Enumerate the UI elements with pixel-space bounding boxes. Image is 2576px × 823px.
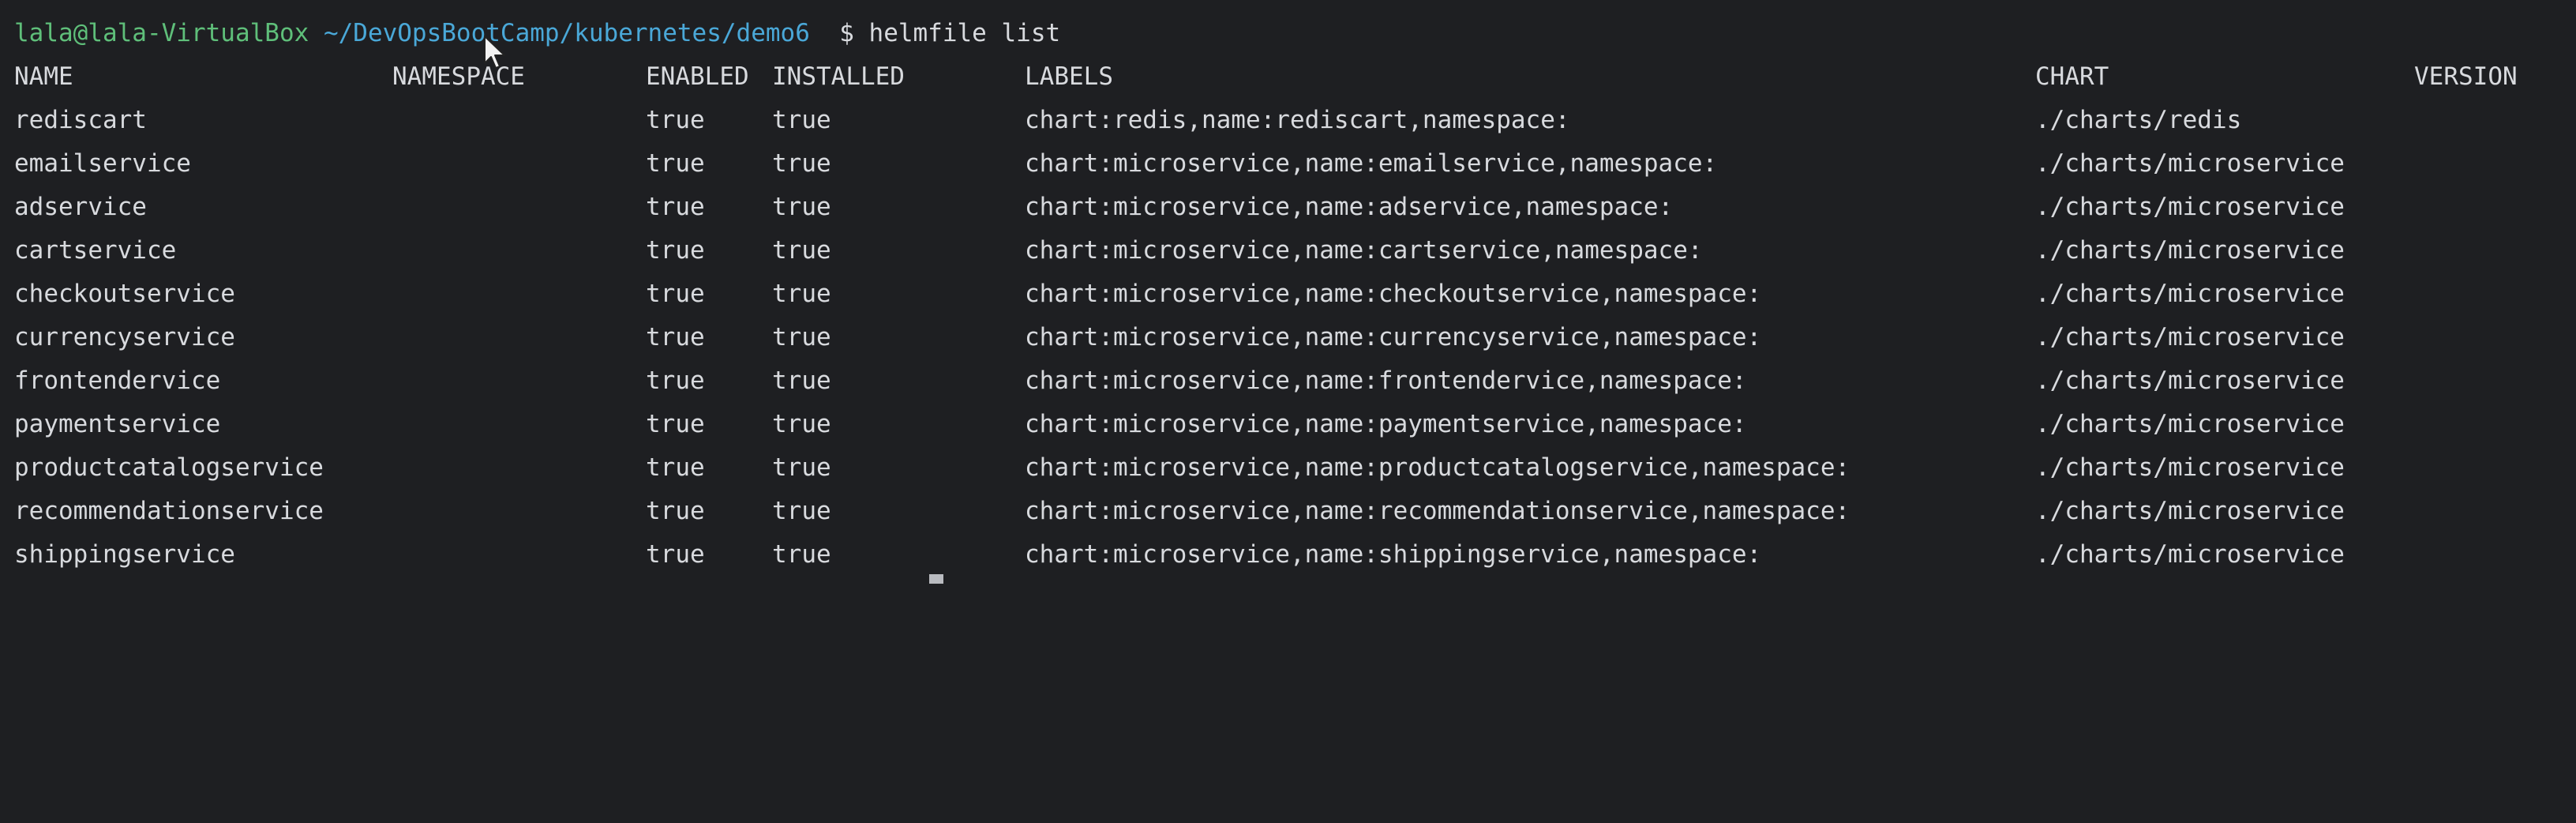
release-enabled: true — [646, 106, 705, 134]
release-name: checkoutservice — [14, 280, 235, 308]
header-installed: INSTALLED — [772, 62, 905, 91]
release-labels: chart:microservice,name:adservice,namesp… — [1025, 193, 1674, 221]
release-labels: chart:microservice,name:frontendervice,n… — [1025, 366, 1747, 395]
release-enabled: true — [646, 453, 705, 482]
release-chart: ./charts/microservice — [2035, 410, 2345, 438]
table-row: adservice true true chart:microservice,n… — [0, 191, 2576, 223]
release-installed: true — [772, 149, 831, 178]
release-installed: true — [772, 106, 831, 134]
prompt-path: ~/DevOpsBootCamp/kubernetes/demo6 — [323, 19, 810, 47]
release-labels: chart:redis,name:rediscart,namespace: — [1025, 106, 1570, 134]
release-enabled: true — [646, 540, 705, 569]
header-labels: LABELS — [1025, 62, 1113, 91]
table-row: frontendervice true true chart:microserv… — [0, 365, 2576, 396]
terminal-window[interactable]: lala@lala-VirtualBox ~/DevOpsBootCamp/ku… — [0, 0, 2576, 584]
table-row: paymentservice true true chart:microserv… — [0, 408, 2576, 440]
release-enabled: true — [646, 193, 705, 221]
release-name: adservice — [14, 193, 147, 221]
command-text: helmfile list — [868, 19, 1061, 47]
release-labels: chart:microservice,name:checkoutservice,… — [1025, 280, 1762, 308]
release-enabled: true — [646, 366, 705, 395]
release-name: emailservice — [14, 149, 191, 178]
release-enabled: true — [646, 149, 705, 178]
prompt-user-host: lala@lala-VirtualBox — [14, 19, 309, 47]
release-name: shippingservice — [14, 540, 235, 569]
release-labels: chart:microservice,name:productcatalogse… — [1025, 453, 1850, 482]
release-enabled: true — [646, 323, 705, 351]
release-chart: ./charts/redis — [2035, 106, 2242, 134]
table-row: checkoutservice true true chart:microser… — [0, 278, 2576, 310]
release-name: cartservice — [14, 236, 177, 265]
header-enabled: ENABLED — [646, 62, 749, 91]
release-chart: ./charts/microservice — [2035, 236, 2345, 265]
release-name: recommendationservice — [14, 497, 324, 525]
release-installed: true — [772, 323, 831, 351]
release-installed: true — [772, 410, 831, 438]
release-enabled: true — [646, 497, 705, 525]
release-labels: chart:microservice,name:currencyservice,… — [1025, 323, 1762, 351]
release-chart: ./charts/microservice — [2035, 497, 2345, 525]
release-installed: true — [772, 540, 831, 569]
release-enabled: true — [646, 280, 705, 308]
release-name: rediscart — [14, 106, 147, 134]
release-chart: ./charts/microservice — [2035, 323, 2345, 351]
release-labels: chart:microservice,name:recommendationse… — [1025, 497, 1850, 525]
table-row: shippingservice true true chart:microser… — [0, 539, 2576, 570]
release-labels: chart:microservice,name:paymentservice,n… — [1025, 410, 1747, 438]
release-name: paymentservice — [14, 410, 221, 438]
release-installed: true — [772, 193, 831, 221]
table-header-row: NAME NAMESPACE ENABLED INSTALLED LABELS … — [0, 61, 2576, 92]
release-installed: true — [772, 497, 831, 525]
header-chart: CHART — [2035, 62, 2109, 91]
header-name: NAME — [14, 62, 73, 91]
table-row: productcatalogservice true true chart:mi… — [0, 452, 2576, 483]
text-cursor-icon — [929, 574, 943, 584]
release-chart: ./charts/microservice — [2035, 540, 2345, 569]
release-installed: true — [772, 280, 831, 308]
release-chart: ./charts/microservice — [2035, 366, 2345, 395]
release-installed: true — [772, 236, 831, 265]
release-chart: ./charts/microservice — [2035, 149, 2345, 178]
table-row: currencyservice true true chart:microser… — [0, 321, 2576, 353]
release-name: frontendervice — [14, 366, 221, 395]
table-row: rediscart true true chart:redis,name:red… — [0, 104, 2576, 136]
prompt-symbol: $ — [839, 19, 854, 47]
table-row: emailservice true true chart:microservic… — [0, 148, 2576, 179]
header-version: VERSION — [2414, 62, 2518, 91]
release-name: productcatalogservice — [14, 453, 324, 482]
release-name: currencyservice — [14, 323, 235, 351]
release-chart: ./charts/microservice — [2035, 193, 2345, 221]
release-installed: true — [772, 366, 831, 395]
prompt-line: lala@lala-VirtualBox ~/DevOpsBootCamp/ku… — [14, 17, 1060, 49]
release-enabled: true — [646, 410, 705, 438]
table-row: cartservice true true chart:microservice… — [0, 235, 2576, 266]
release-chart: ./charts/microservice — [2035, 453, 2345, 482]
release-enabled: true — [646, 236, 705, 265]
release-chart: ./charts/microservice — [2035, 280, 2345, 308]
table-row: recommendationservice true true chart:mi… — [0, 495, 2576, 527]
release-installed: true — [772, 453, 831, 482]
release-labels: chart:microservice,name:emailservice,nam… — [1025, 149, 1718, 178]
mouse-pointer-icon — [484, 36, 505, 69]
release-labels: chart:microservice,name:shippingservice,… — [1025, 540, 1762, 569]
release-labels: chart:microservice,name:cartservice,name… — [1025, 236, 1703, 265]
